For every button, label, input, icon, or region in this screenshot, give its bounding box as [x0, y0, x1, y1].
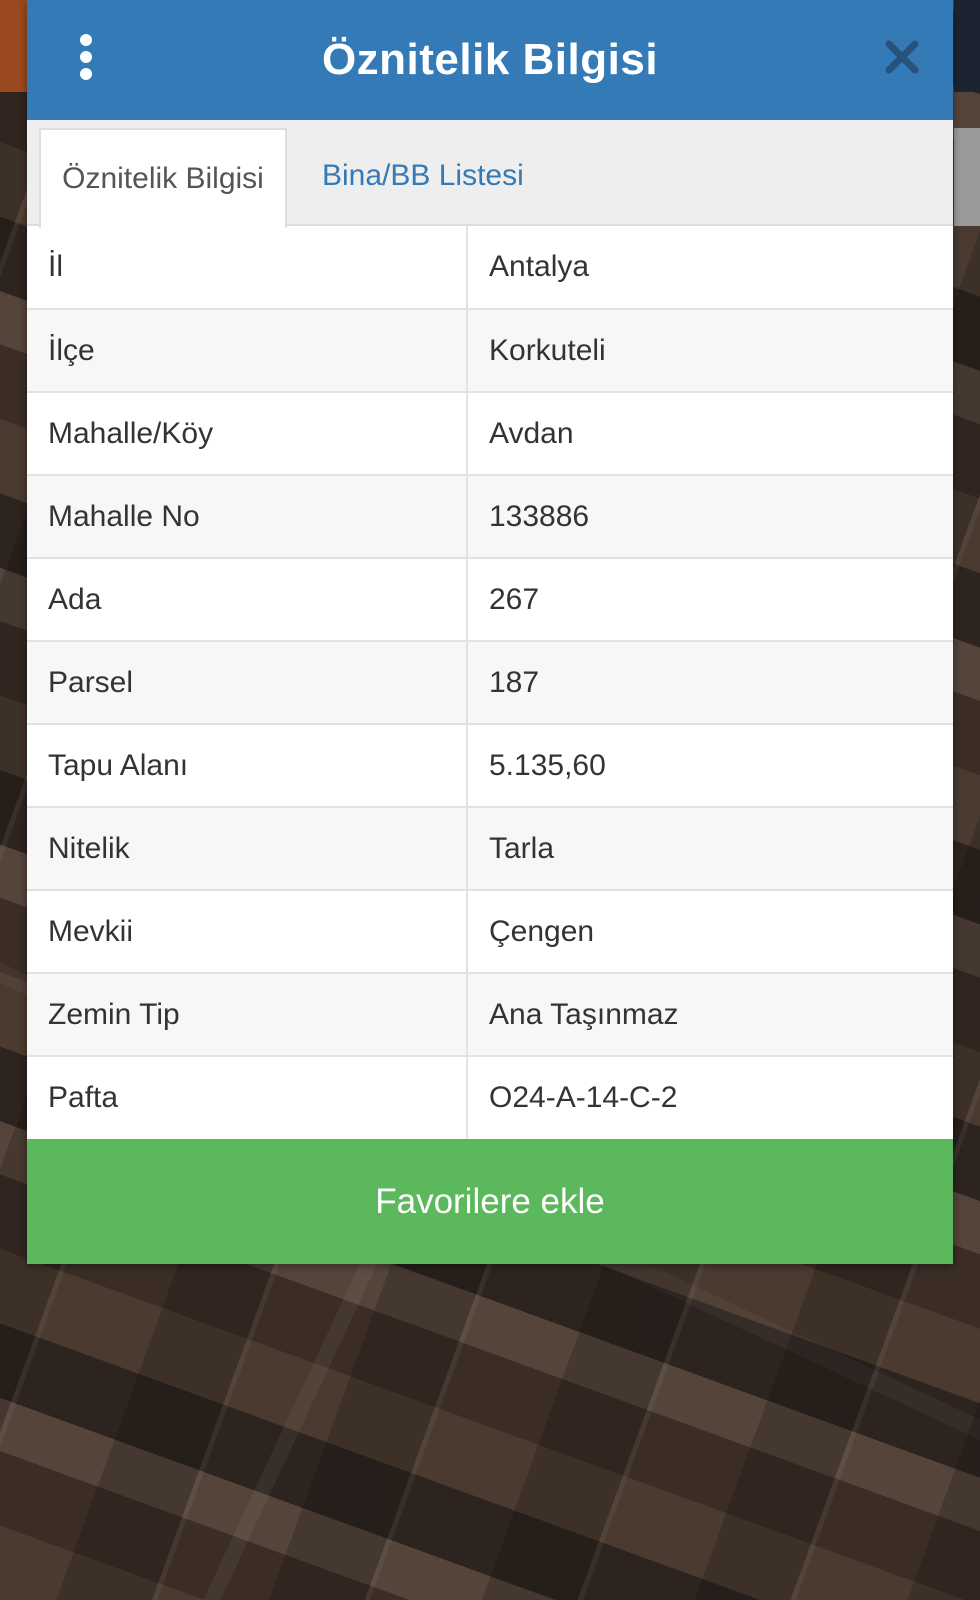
attribute-value: 267: [467, 558, 953, 642]
attribute-info-dialog: Öznitelik Bilgisi Öznitelik Bilgisi Bina…: [27, 0, 953, 1264]
attribute-key: İl: [27, 226, 468, 310]
attribute-value: Antalya: [467, 226, 953, 310]
table-row: İl Antalya: [27, 226, 953, 310]
attribute-value: 5.135,60: [467, 724, 953, 808]
table-row: Mevkii Çengen: [27, 890, 953, 974]
dialog-title: Öznitelik Bilgisi: [321, 35, 659, 84]
attribute-value: Avdan: [467, 392, 953, 476]
table-row: Ada 267: [27, 558, 953, 642]
attribute-key: Zemin Tip: [27, 973, 468, 1057]
tab-bar: Öznitelik Bilgisi Bina/BB Listesi: [27, 120, 953, 228]
attribute-key: Nitelik: [27, 807, 468, 891]
table-row: Mahalle No 133886: [27, 475, 953, 559]
add-to-favorites-button[interactable]: Favorilere ekle: [27, 1139, 953, 1264]
table-row: İlçe Korkuteli: [27, 309, 953, 393]
attribute-key: Parsel: [27, 641, 468, 725]
attribute-value: Korkuteli: [467, 309, 953, 393]
table-row: Tapu Alanı 5.135,60: [27, 724, 953, 808]
attribute-key: Tapu Alanı: [27, 724, 468, 808]
menu-dot: [80, 51, 92, 63]
tab-building-list[interactable]: Bina/BB Listesi: [312, 128, 534, 224]
map-edge-strip: [954, 128, 980, 226]
map-edge-strip: [954, 0, 980, 92]
close-icon[interactable]: [883, 38, 921, 76]
table-row: Parsel 187: [27, 641, 953, 725]
attribute-key: Pafta: [27, 1056, 468, 1139]
menu-dot: [80, 34, 92, 46]
attribute-value: Ana Taşınmaz: [467, 973, 953, 1057]
table-row: Mahalle/Köy Avdan: [27, 392, 953, 476]
attribute-value: 133886: [467, 475, 953, 559]
attribute-value: Tarla: [467, 807, 953, 891]
attribute-key: Ada: [27, 558, 468, 642]
attribute-value: 187: [467, 641, 953, 725]
more-vertical-icon[interactable]: [71, 34, 101, 80]
dialog-header: Öznitelik Bilgisi: [27, 0, 953, 120]
map-edge-strip: [0, 0, 27, 92]
table-row: Nitelik Tarla: [27, 807, 953, 891]
table-row: Zemin Tip Ana Taşınmaz: [27, 973, 953, 1057]
attribute-key: Mahalle No: [27, 475, 468, 559]
attribute-key: Mahalle/Köy: [27, 392, 468, 476]
tab-attribute-info[interactable]: Öznitelik Bilgisi: [39, 128, 287, 228]
attribute-key: Mevkii: [27, 890, 468, 974]
attribute-value: Çengen: [467, 890, 953, 974]
table-row: Pafta O24-A-14-C-2: [27, 1056, 953, 1139]
attribute-key: İlçe: [27, 309, 468, 393]
attribute-table: İl Antalya İlçe Korkuteli Mahalle/Köy Avdan Ma…: [27, 226, 953, 1139]
attribute-value: O24-A-14-C-2: [489, 1081, 678, 1114]
menu-dot: [80, 68, 92, 80]
